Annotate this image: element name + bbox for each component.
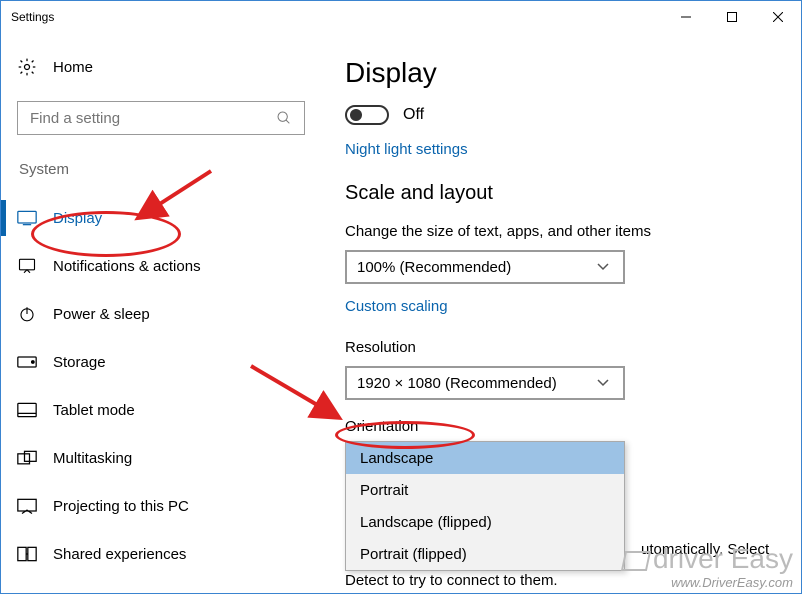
sidebar: Home System Display Notifications & bbox=[1, 33, 321, 593]
home-label: Home bbox=[53, 59, 93, 76]
home-link[interactable]: Home bbox=[5, 43, 321, 91]
sidebar-item-label: Shared experiences bbox=[53, 546, 186, 563]
main-content: Display Off Night light settings Scale a… bbox=[321, 33, 801, 593]
sidebar-item-storage[interactable]: Storage bbox=[5, 338, 321, 386]
watermark: driver Easy www.DriverEasy.com bbox=[623, 542, 793, 591]
orientation-option-portrait-flipped[interactable]: Portrait (flipped) bbox=[346, 538, 624, 570]
custom-scaling-link[interactable]: Custom scaling bbox=[345, 298, 781, 315]
window-title: Settings bbox=[11, 10, 54, 24]
search-input[interactable] bbox=[28, 109, 274, 128]
search-icon bbox=[274, 108, 294, 128]
sidebar-item-label: Storage bbox=[53, 354, 106, 371]
sidebar-item-tablet[interactable]: Tablet mode bbox=[5, 386, 321, 434]
scale-heading: Scale and layout bbox=[345, 182, 781, 205]
minimize-button[interactable] bbox=[663, 1, 709, 33]
orientation-option-landscape-flipped[interactable]: Landscape (flipped) bbox=[346, 506, 624, 538]
page-title: Display bbox=[345, 57, 781, 89]
shared-icon bbox=[17, 544, 37, 564]
maximize-button[interactable] bbox=[709, 1, 755, 33]
orientation-label: Orientation bbox=[345, 418, 781, 435]
orientation-option-portrait[interactable]: Portrait bbox=[346, 474, 624, 506]
sidebar-item-label: Tablet mode bbox=[53, 402, 135, 419]
resolution-dropdown-value: 1920 × 1080 (Recommended) bbox=[357, 375, 557, 392]
sidebar-item-projecting[interactable]: Projecting to this PC bbox=[5, 482, 321, 530]
night-light-toggle[interactable] bbox=[345, 105, 389, 125]
titlebar: Settings bbox=[1, 1, 801, 33]
night-light-settings-link[interactable]: Night light settings bbox=[345, 141, 781, 158]
sidebar-item-multitasking[interactable]: Multitasking bbox=[5, 434, 321, 482]
sidebar-group-label: System bbox=[19, 161, 321, 178]
notifications-icon bbox=[17, 256, 37, 276]
resolution-dropdown[interactable]: 1920 × 1080 (Recommended) bbox=[345, 366, 625, 400]
chevron-down-icon bbox=[593, 257, 613, 277]
sidebar-item-label: Display bbox=[53, 210, 102, 227]
tablet-icon bbox=[17, 400, 37, 420]
sidebar-item-notifications[interactable]: Notifications & actions bbox=[5, 242, 321, 290]
display-icon bbox=[17, 208, 37, 228]
sidebar-item-power[interactable]: Power & sleep bbox=[5, 290, 321, 338]
sidebar-item-label: Notifications & actions bbox=[53, 258, 201, 275]
orientation-dropdown[interactable]: Landscape Portrait Landscape (flipped) P… bbox=[345, 441, 625, 571]
storage-icon bbox=[17, 352, 37, 372]
chevron-down-icon bbox=[593, 373, 613, 393]
gear-icon bbox=[17, 57, 37, 77]
sidebar-item-label: Power & sleep bbox=[53, 306, 150, 323]
sidebar-item-shared[interactable]: Shared experiences bbox=[5, 530, 321, 578]
sidebar-item-label: Multitasking bbox=[53, 450, 132, 467]
projecting-icon bbox=[17, 496, 37, 516]
close-button[interactable] bbox=[755, 1, 801, 33]
power-icon bbox=[17, 304, 37, 324]
search-box[interactable] bbox=[17, 101, 305, 135]
scale-label: Change the size of text, apps, and other… bbox=[345, 223, 781, 240]
scale-dropdown[interactable]: 100% (Recommended) bbox=[345, 250, 625, 284]
resolution-label: Resolution bbox=[345, 339, 781, 356]
sidebar-item-display[interactable]: Display bbox=[5, 194, 321, 242]
night-light-toggle-state: Off bbox=[403, 106, 424, 124]
settings-window: Settings Home bbox=[0, 0, 802, 594]
scale-dropdown-value: 100% (Recommended) bbox=[357, 259, 511, 276]
sidebar-item-label: Projecting to this PC bbox=[53, 498, 189, 515]
multitasking-icon bbox=[17, 448, 37, 468]
orientation-option-landscape[interactable]: Landscape bbox=[346, 442, 624, 474]
watermark-box-icon bbox=[621, 551, 651, 571]
